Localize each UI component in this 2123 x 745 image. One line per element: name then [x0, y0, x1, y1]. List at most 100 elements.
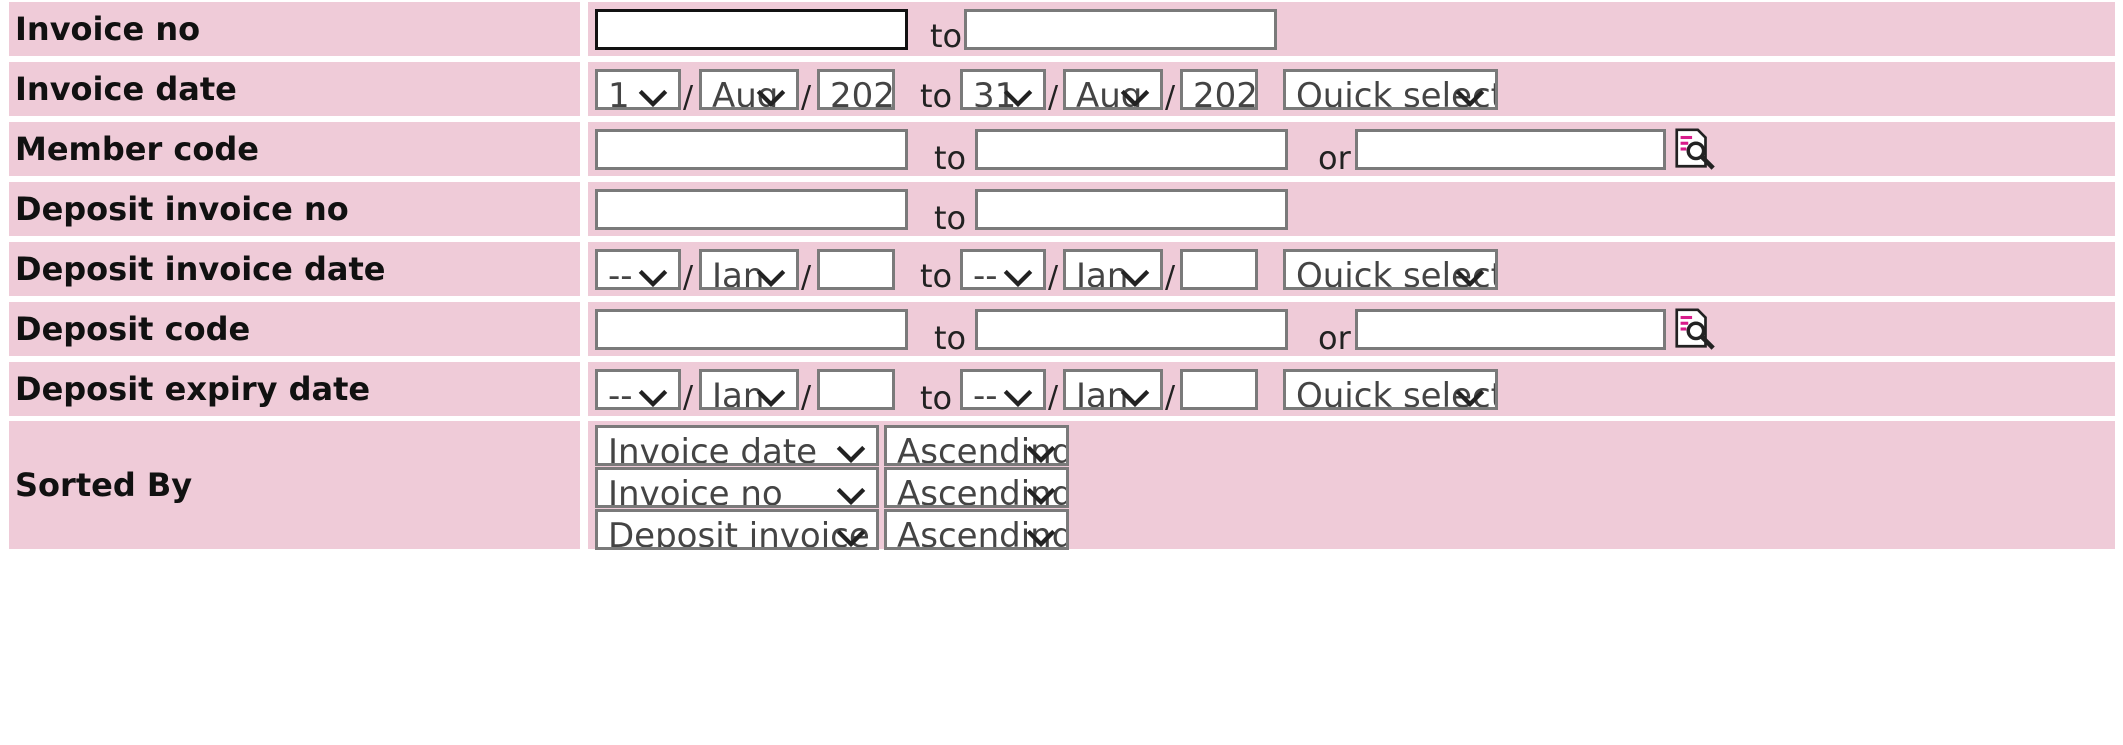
date-separator: / [1165, 80, 1176, 115]
deposit-invoice-date-label: Deposit invoice date [15, 250, 386, 288]
or-text: or [1318, 319, 1351, 357]
row-deposit-invoice-no: Deposit invoice no to [9, 182, 2115, 237]
row-deposit-invoice-date: Deposit invoice date -- / Jan / to -- / … [9, 242, 2115, 296]
chevron-down-icon [756, 389, 786, 407]
chevron-down-icon [1120, 89, 1150, 107]
to-day-select[interactable]: -- [960, 249, 1046, 290]
deposit-code-to-input[interactable] [975, 309, 1288, 350]
to-day-value: -- [973, 256, 998, 290]
sort-field-select-2[interactable]: Invoice no [595, 467, 879, 508]
to-year-input[interactable] [1180, 369, 1258, 410]
sort-field-value: Invoice date [608, 432, 818, 466]
chevron-down-icon [1026, 529, 1056, 547]
search-document-icon[interactable] [1671, 126, 1717, 172]
chevron-down-icon [638, 389, 668, 407]
sort-field-select-3[interactable]: Deposit invoice date [595, 509, 879, 550]
date-separator: / [683, 380, 694, 415]
chevron-down-icon [1120, 389, 1150, 407]
search-form: Invoice no to Invoice date 1 / Aug / 202… [0, 0, 2123, 745]
sort-order-select-3[interactable]: Ascending [884, 509, 1069, 550]
from-day-select[interactable]: -- [595, 369, 681, 410]
date-separator: / [801, 80, 812, 115]
from-day-select[interactable]: -- [595, 249, 681, 290]
deposit-invoice-no-from-input[interactable] [595, 189, 908, 230]
to-text: to [930, 17, 963, 55]
value-cell: Invoice date Ascending Invoice no Ascend… [588, 421, 2115, 550]
date-separator: / [801, 380, 812, 415]
date-separator: / [801, 260, 812, 295]
deposit-expiry-date-label: Deposit expiry date [15, 370, 371, 408]
date-separator: / [1048, 380, 1059, 415]
to-year-input[interactable]: 2020 [1180, 69, 1258, 110]
search-document-icon[interactable] [1671, 306, 1717, 352]
from-month-select[interactable]: Jan [699, 249, 799, 290]
deposit-code-from-input[interactable] [595, 309, 908, 350]
chevron-down-icon [836, 487, 866, 505]
to-day-select[interactable]: -- [960, 369, 1046, 410]
value-cell: -- / Jan / to -- / Jan / Quick select [588, 362, 2115, 417]
sort-field-select-1[interactable]: Invoice date [595, 425, 879, 466]
chevron-down-icon [756, 89, 786, 107]
to-year-input[interactable] [1180, 249, 1258, 290]
invoice-no-label: Invoice no [15, 10, 201, 48]
deposit-invoice-no-label: Deposit invoice no [15, 190, 349, 228]
chevron-down-icon [638, 89, 668, 107]
from-year-input[interactable] [817, 249, 895, 290]
invoice-no-from-input[interactable] [595, 9, 908, 50]
from-day-select[interactable]: 1 [595, 69, 681, 110]
value-cell: to or [588, 122, 2115, 177]
member-code-to-input[interactable] [975, 129, 1288, 170]
sort-order-select-2[interactable]: Ascending [884, 467, 1069, 508]
from-month-select[interactable]: Aug [699, 69, 799, 110]
label-cell: Deposit expiry date [9, 362, 580, 416]
label-cell: Deposit invoice date [9, 242, 580, 296]
deposit-code-lookup-input[interactable] [1355, 309, 1666, 350]
chevron-down-icon [1003, 389, 1033, 407]
date-separator: / [1048, 260, 1059, 295]
from-year-input[interactable]: 2020 [817, 69, 895, 110]
value-cell: 1 / Aug / 2020 to 31 / Aug / 2020 Quick … [588, 62, 2115, 116]
to-month-select[interactable]: Jan [1063, 249, 1163, 290]
to-month-select[interactable]: Jan [1063, 369, 1163, 410]
from-day-value: 1 [608, 76, 630, 110]
invoice-no-to-input[interactable] [964, 9, 1277, 50]
row-deposit-expiry-date: Deposit expiry date -- / Jan / to -- / J… [9, 362, 2115, 417]
from-month-select[interactable]: Jan [699, 369, 799, 410]
row-invoice-date: Invoice date 1 / Aug / 2020 to 31 / Aug … [9, 62, 2115, 116]
quick-select-dropdown[interactable]: Quick select [1283, 69, 1498, 110]
chevron-down-icon [1026, 487, 1056, 505]
chevron-down-icon [638, 269, 668, 287]
value-cell: to or [588, 302, 2115, 357]
to-day-value: -- [973, 376, 998, 410]
from-day-value: -- [608, 376, 633, 410]
from-day-value: -- [608, 256, 633, 290]
from-year-input[interactable] [817, 369, 895, 410]
member-code-label: Member code [15, 130, 259, 168]
to-text: to [934, 319, 967, 357]
sorted-by-label: Sorted By [15, 466, 193, 504]
date-separator: / [683, 80, 694, 115]
value-cell: to [588, 2, 2115, 56]
to-text: to [934, 139, 967, 177]
label-cell: Invoice no [9, 2, 580, 56]
label-cell: Member code [9, 122, 580, 176]
quick-select-dropdown[interactable]: Quick select [1283, 249, 1498, 290]
to-text: to [920, 379, 953, 417]
to-day-select[interactable]: 31 [960, 69, 1046, 110]
member-code-lookup-input[interactable] [1355, 129, 1666, 170]
chevron-down-icon [1120, 269, 1150, 287]
date-separator: / [1165, 380, 1176, 415]
to-month-select[interactable]: Aug [1063, 69, 1163, 110]
deposit-invoice-no-to-input[interactable] [975, 189, 1288, 230]
chevron-down-icon [1003, 89, 1033, 107]
to-text: to [920, 257, 953, 295]
quick-select-dropdown[interactable]: Quick select [1283, 369, 1498, 410]
row-invoice-no: Invoice no to [9, 2, 2115, 56]
chevron-down-icon [836, 445, 866, 463]
sort-order-select-1[interactable]: Ascending [884, 425, 1069, 466]
member-code-from-input[interactable] [595, 129, 908, 170]
date-separator: / [683, 260, 694, 295]
date-separator: / [1165, 260, 1176, 295]
chevron-down-icon [836, 529, 866, 547]
date-separator: / [1048, 80, 1059, 115]
